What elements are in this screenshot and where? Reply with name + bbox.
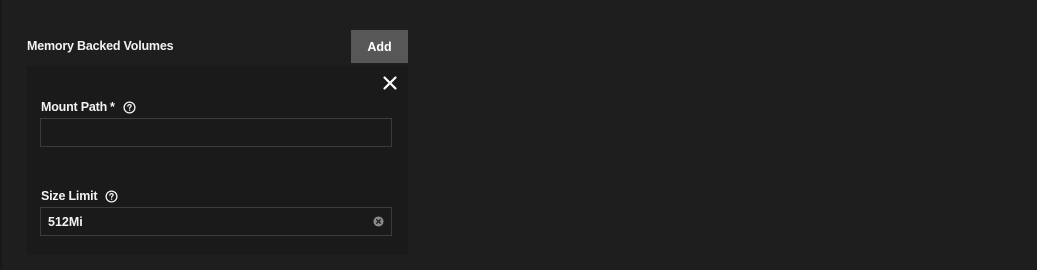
section-header: Memory Backed Volumes Add [27,30,408,63]
section-title: Memory Backed Volumes [27,39,174,53]
volume-item-card: Mount Path * Size Limit [27,66,408,255]
size-limit-label: Size Limit [41,189,118,203]
mount-path-label-text: Mount Path [41,100,108,114]
size-limit-input[interactable] [40,207,392,236]
mount-path-label: Mount Path * [41,100,136,114]
size-limit-label-text: Size Limit [41,189,98,203]
add-button[interactable]: Add [351,30,408,63]
left-divider [0,0,2,270]
help-icon[interactable] [123,100,136,114]
clear-input-icon[interactable] [373,216,384,227]
required-marker: * [110,100,115,114]
page: Memory Backed Volumes Add Mount Path * S… [0,0,1037,270]
help-icon[interactable] [105,189,118,203]
close-icon[interactable] [382,75,398,91]
mount-path-input[interactable] [40,118,392,147]
